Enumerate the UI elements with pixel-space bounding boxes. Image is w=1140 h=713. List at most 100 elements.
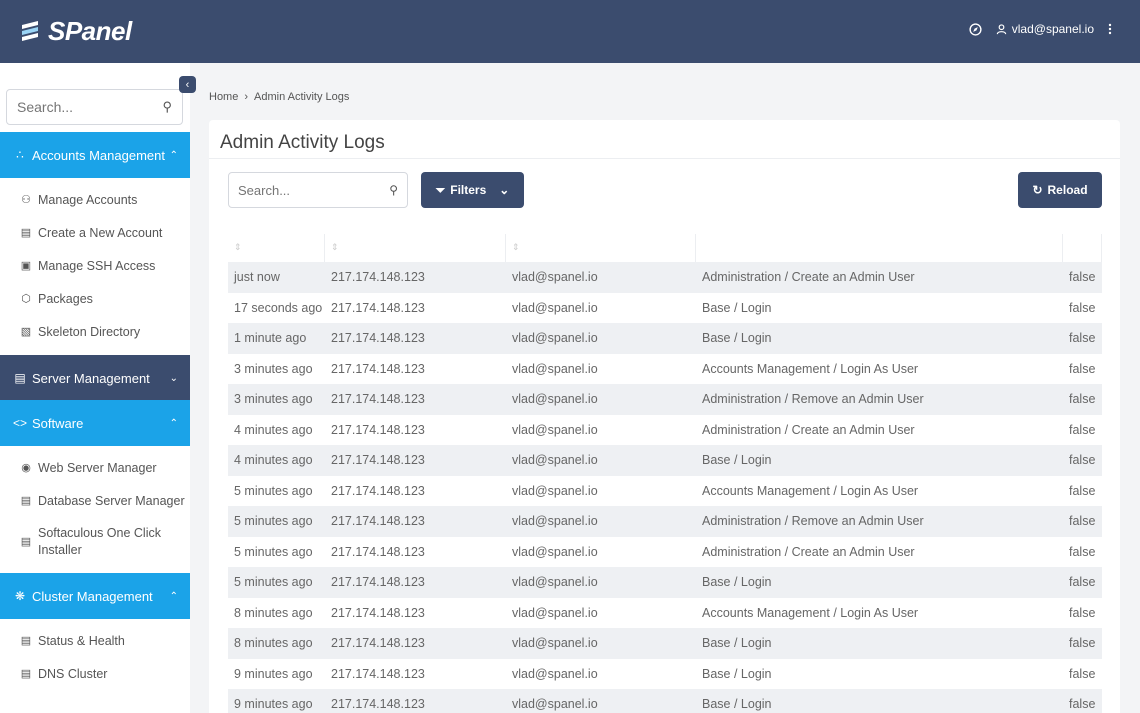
sidebar-item-label: Database Server Manager	[38, 494, 185, 508]
breadcrumb-home[interactable]: Home	[209, 91, 238, 103]
action-cell: Base / Login	[702, 453, 772, 468]
action-cell: Base / Login	[702, 300, 772, 315]
flag-cell: false	[1069, 514, 1096, 529]
reload-label: Reload	[1047, 183, 1088, 197]
flag-cell: false	[1069, 331, 1096, 346]
logo-text: SPanel	[48, 16, 132, 46]
sort-column-3[interactable]: ⇕	[506, 234, 696, 262]
search-icon: ⚲	[162, 99, 172, 114]
compass-icon[interactable]	[969, 22, 982, 36]
section-label: Software	[32, 415, 84, 431]
user-cell: vlad@spanel.io	[512, 636, 598, 651]
action-cell: Administration / Create an Admin User	[702, 422, 915, 437]
action-cell: Administration / Remove an Admin User	[702, 514, 924, 529]
action-cell: Administration / Create an Admin User	[702, 270, 915, 285]
logo-icon	[22, 20, 38, 41]
sidebar-item-manage-ssh[interactable]: ▣ Manage SSH Access	[20, 258, 185, 275]
table-search-input[interactable]	[238, 182, 378, 198]
reload-button[interactable]: ↻ Reload	[1018, 172, 1102, 208]
sidebar-item-label: DNS Cluster	[38, 667, 108, 681]
code-icon: <>	[12, 416, 27, 430]
section-label: Accounts Management	[32, 147, 165, 163]
status-icon: ▤	[20, 635, 32, 647]
database-icon: ▤	[20, 495, 32, 507]
user-cell: vlad@spanel.io	[512, 697, 598, 712]
sidebar-section-accounts-management[interactable]: ∴ Accounts Management ⌃	[0, 132, 190, 178]
search-icon: ⚲	[389, 183, 398, 197]
user-cell: vlad@spanel.io	[512, 270, 598, 285]
sidebar-item-status-health[interactable]: ▤ Status & Health	[20, 633, 185, 650]
time-cell: 3 minutes ago	[234, 392, 313, 407]
sidebar-section-cluster-management[interactable]: ❋ Cluster Management ⌃	[0, 573, 190, 619]
table-search[interactable]: ⚲	[228, 172, 408, 208]
sidebar-item-manage-accounts[interactable]: ⚇ Manage Accounts	[20, 192, 185, 209]
table-row: 5 minutes ago 217.174.148.123 vlad@spanel.…	[228, 476, 1102, 507]
sidebar-item-label: Manage Accounts	[38, 193, 138, 207]
table-row: 5 minutes ago 217.174.148.123 vlad@spanel.…	[228, 537, 1102, 568]
section-label: Cluster Management	[32, 588, 153, 604]
ip-cell: 217.174.148.123	[331, 575, 425, 590]
top-bar: SPanel vlad@spanel.io	[0, 0, 1140, 63]
table-row: 3 minutes ago 217.174.148.123 vlad@spanel.…	[228, 354, 1102, 385]
action-cell: Base / Login	[702, 666, 772, 681]
reload-icon: ↻	[1032, 183, 1043, 197]
action-cell: Base / Login	[702, 331, 772, 346]
breadcrumb: Home › Admin Activity Logs	[209, 91, 349, 103]
action-cell: Base / Login	[702, 636, 772, 651]
time-cell: 5 minutes ago	[234, 575, 313, 590]
kebab-menu-icon[interactable]	[1108, 23, 1112, 35]
sidebar-item-label: Web Server Manager	[38, 461, 157, 475]
sidebar-item-softaculous[interactable]: ▤ Softaculous One Click Installer	[20, 525, 185, 559]
sidebar-item-packages[interactable]: ⬡ Packages	[20, 291, 185, 308]
folder-icon: ▧	[20, 326, 32, 338]
table-header: ⇕ ⇕ ⇕	[228, 234, 1102, 262]
ip-cell: 217.174.148.123	[331, 514, 425, 529]
table-row: 9 minutes ago 217.174.148.123 vlad@spanel.…	[228, 659, 1102, 690]
ip-cell: 217.174.148.123	[331, 270, 425, 285]
flag-cell: false	[1069, 392, 1096, 407]
user-cell: vlad@spanel.io	[512, 544, 598, 559]
filters-button[interactable]: ⏷ Filters ⌄	[421, 172, 524, 208]
sort-column-2[interactable]: ⇕	[325, 234, 506, 262]
sidebar-item-skeleton-directory[interactable]: ▧ Skeleton Directory	[20, 324, 185, 341]
time-cell: 9 minutes ago	[234, 697, 313, 712]
sidebar-item-label: Create a New Account	[38, 226, 163, 240]
user-cell: vlad@spanel.io	[512, 300, 598, 315]
chevron-up-icon: ⌃	[169, 149, 178, 161]
sidebar-item-dns-cluster[interactable]: ▤ DNS Cluster	[20, 666, 185, 683]
server-icon: ▤	[14, 371, 26, 385]
sidebar-item-label: Packages	[38, 292, 93, 306]
sidebar-search-input[interactable]	[17, 99, 147, 115]
spanel-logo[interactable]: SPanel	[18, 16, 132, 47]
accounts-icon: ∴	[16, 148, 24, 162]
user-email: vlad@spanel.io	[1011, 22, 1094, 36]
sidebar-item-label: Status & Health	[38, 634, 125, 648]
flag-cell: false	[1069, 300, 1096, 315]
ip-cell: 217.174.148.123	[331, 605, 425, 620]
table-row: 3 minutes ago 217.174.148.123 vlad@spanel.…	[228, 384, 1102, 415]
sidebar-collapse-button[interactable]: ‹	[179, 76, 196, 93]
calendar-icon: ▤	[20, 227, 32, 239]
chevron-up-icon: ⌃	[169, 417, 178, 429]
user-menu[interactable]: vlad@spanel.io	[996, 22, 1094, 36]
table-row: 9 minutes ago 217.174.148.123 vlad@spanel.…	[228, 689, 1102, 713]
table-row: 1 minute ago 217.174.148.123 vlad@spanel.i…	[228, 323, 1102, 354]
sort-column-1[interactable]: ⇕	[228, 234, 325, 262]
ip-cell: 217.174.148.123	[331, 422, 425, 437]
sidebar-section-server-management[interactable]: ▤ Server Management ⌄	[0, 355, 190, 401]
ip-cell: 217.174.148.123	[331, 331, 425, 346]
sidebar-item-create-account[interactable]: ▤ Create a New Account	[20, 225, 185, 242]
page-title: Admin Activity Logs	[220, 132, 385, 153]
user-cell: vlad@spanel.io	[512, 666, 598, 681]
filter-icon: ⏷	[435, 182, 446, 197]
sidebar-search[interactable]: ⚲	[6, 89, 183, 125]
package-icon: ⬡	[21, 293, 31, 305]
sidebar-item-database-server-manager[interactable]: ▤ Database Server Manager	[20, 493, 185, 510]
time-cell: 5 minutes ago	[234, 544, 313, 559]
sidebar-item-label: Manage SSH Access	[38, 259, 156, 273]
flag-cell: false	[1069, 666, 1096, 681]
table-row: 4 minutes ago 217.174.148.123 vlad@spanel.…	[228, 445, 1102, 476]
action-cell: Accounts Management / Login As User	[702, 483, 919, 498]
sidebar-section-software[interactable]: <> Software ⌃	[0, 400, 190, 446]
sidebar-item-web-server-manager[interactable]: ◉ Web Server Manager	[20, 460, 185, 477]
